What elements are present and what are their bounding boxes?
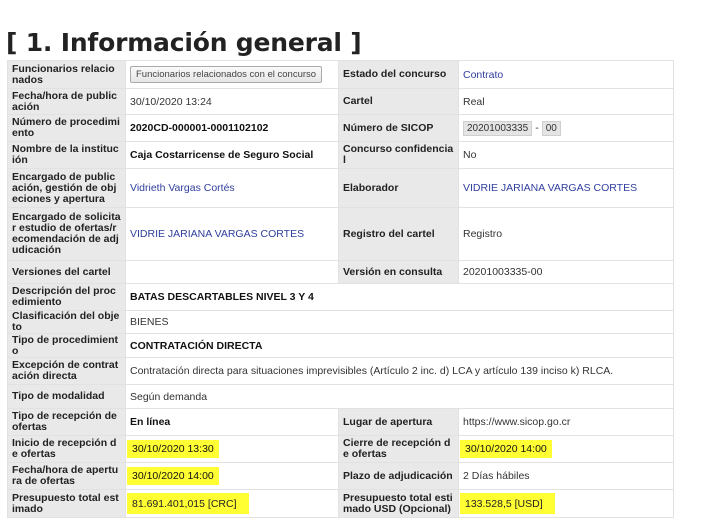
label-fecha-apertura: Fecha/hora de apertura de ofertas [7,462,126,490]
row-clasificacion: Clasificación del objeto BIENES [7,310,674,334]
label-tipo-recepcion: Tipo de recepción de ofertas [7,408,126,436]
label-cartel: Cartel [338,88,459,115]
value-inicio-recepcion: 30/10/2020 13:30 [125,435,339,463]
value-estado-concurso: Contrato [458,60,674,89]
sicop-separator: - [535,121,539,134]
cierre-recepcion-highlight: 30/10/2020 14:00 [460,440,552,458]
row-fecha-publicacion: Fecha/hora de publicación 30/10/2020 13:… [7,88,674,115]
row-fecha-apertura: Fecha/hora de apertura de ofertas 30/10/… [7,462,674,490]
value-plazo-adjudicacion: 2 Días hábiles [458,462,674,490]
value-presupuesto-crc: 81.691.401,015 [CRC] [125,489,339,518]
value-excepcion: Contratación directa para situaciones im… [125,357,674,385]
label-encargado-publicacion: Encargado de publicación, gestión de obj… [7,168,126,208]
row-versiones-cartel: Versiones del cartel Versión en consulta… [7,260,674,284]
estado-concurso-link[interactable]: Contrato [463,69,503,81]
label-institucion: Nombre de la institución [7,141,126,169]
label-descripcion: Descripción del procedimiento [7,283,126,311]
fecha-apertura-highlight: 30/10/2020 14:00 [127,467,219,485]
row-tipo-procedimiento: Tipo de procedimiento CONTRATACIÓN DIREC… [7,333,674,358]
label-plazo-adjudicacion: Plazo de adjudicación [338,462,459,490]
value-numero-procedimiento: 2020CD-000001-0001102102 [125,114,339,142]
value-fecha-apertura: 30/10/2020 14:00 [125,462,339,490]
label-presupuesto-crc: Presupuesto total estimado [7,489,126,518]
value-cierre-recepcion: 30/10/2020 14:00 [458,435,674,463]
label-numero-procedimiento: Número de procedimiento [7,114,126,142]
label-modalidad: Tipo de modalidad [7,384,126,409]
value-concurso-confidencial: No [458,141,674,169]
label-excepcion: Excepción de contratación directa [7,357,126,385]
value-modalidad: Según demanda [125,384,674,409]
row-presupuesto: Presupuesto total estimado 81.691.401,01… [7,489,674,518]
sicop-version-field[interactable]: 00 [541,120,561,136]
value-cartel: Real [458,88,674,115]
row-modalidad: Tipo de modalidad Según demanda [7,384,674,409]
row-inicio-recepcion: Inicio de recepción de ofertas 30/10/202… [7,435,674,463]
value-clasificacion: BIENES [125,310,674,334]
label-fecha-publicacion: Fecha/hora de publicación [7,88,126,115]
value-presupuesto-usd: 133.528,5 [USD] [458,489,674,518]
encargado-estudio-link[interactable]: VIDRIE JARIANA VARGAS CORTES [130,228,304,240]
label-lugar-apertura: Lugar de apertura [338,408,459,436]
value-tipo-recepcion: En línea [125,408,339,436]
value-version-consulta: 20201003335-00 [458,260,674,284]
value-versiones-cartel [125,260,339,284]
row-encargado-estudio: Encargado de solicitar estudio de oferta… [7,207,674,261]
row-funcionarios: Funcionarios relacionados Funcionarios r… [7,60,674,89]
encargado-publicacion-link[interactable]: Vidrieth Vargas Cortés [130,182,235,194]
section-title: [ 1. Información general ] [6,28,362,57]
registro-cartel-link[interactable]: Registro [463,228,502,240]
presupuesto-usd-highlight: 133.528,5 [USD] [460,492,555,514]
label-elaborador: Elaborador [338,168,459,208]
label-registro-cartel: Registro del cartel [338,207,459,261]
row-institucion: Nombre de la institución Caja Costarrice… [7,141,674,169]
sicop-number-field[interactable]: 20201003335 [463,120,533,136]
value-encargado-publicacion: Vidrieth Vargas Cortés [125,168,339,208]
label-presupuesto-usd: Presupuesto total estimado USD (Opcional… [338,489,459,518]
value-tipo-procedimiento: CONTRATACIÓN DIRECTA [125,333,674,358]
presupuesto-crc-highlight: 81.691.401,015 [CRC] [127,492,249,514]
row-encargado-publicacion: Encargado de publicación, gestión de obj… [7,168,674,208]
value-encargado-estudio: VIDRIE JARIANA VARGAS CORTES [125,207,339,261]
label-estado-concurso: Estado del concurso [338,60,459,89]
label-concurso-confidencial: Concurso confidencial [338,141,459,169]
value-numero-sicop: 20201003335-00 [458,114,674,142]
general-info-table: Funcionarios relacionados Funcionarios r… [7,60,674,518]
label-version-consulta: Versión en consulta [338,260,459,284]
value-fecha-publicacion: 30/10/2020 13:24 [125,88,339,115]
value-institucion: Caja Costarricense de Seguro Social [125,141,339,169]
label-clasificacion: Clasificación del objeto [7,310,126,334]
inicio-recepcion-highlight: 30/10/2020 13:30 [127,440,219,458]
value-funcionarios: Funcionarios relacionados con el concurs… [125,60,339,89]
value-lugar-apertura: https://www.sicop.go.cr [458,408,674,436]
value-registro-cartel: Registro [458,207,674,261]
label-numero-sicop: Número de SICOP [338,114,459,142]
label-encargado-estudio: Encargado de solicitar estudio de oferta… [7,207,126,261]
label-inicio-recepcion: Inicio de recepción de ofertas [7,435,126,463]
row-descripcion: Descripción del procedimiento BATAS DESC… [7,283,674,311]
row-excepcion: Excepción de contratación directa Contra… [7,357,674,385]
label-cierre-recepcion: Cierre de recepción de ofertas [338,435,459,463]
value-elaborador: VIDRIE JARIANA VARGAS CORTES [458,168,674,208]
row-tipo-recepcion: Tipo de recepción de ofertas En línea Lu… [7,408,674,436]
elaborador-link[interactable]: VIDRIE JARIANA VARGAS CORTES [463,182,637,194]
row-numero-procedimiento: Número de procedimiento 2020CD-000001-00… [7,114,674,142]
label-versiones-cartel: Versiones del cartel [7,260,126,284]
label-funcionarios: Funcionarios relacionados [7,60,126,89]
value-descripcion: BATAS DESCARTABLES NIVEL 3 Y 4 [125,283,674,311]
label-tipo-procedimiento: Tipo de procedimiento [7,333,126,358]
funcionarios-button[interactable]: Funcionarios relacionados con el concurs… [130,66,323,83]
